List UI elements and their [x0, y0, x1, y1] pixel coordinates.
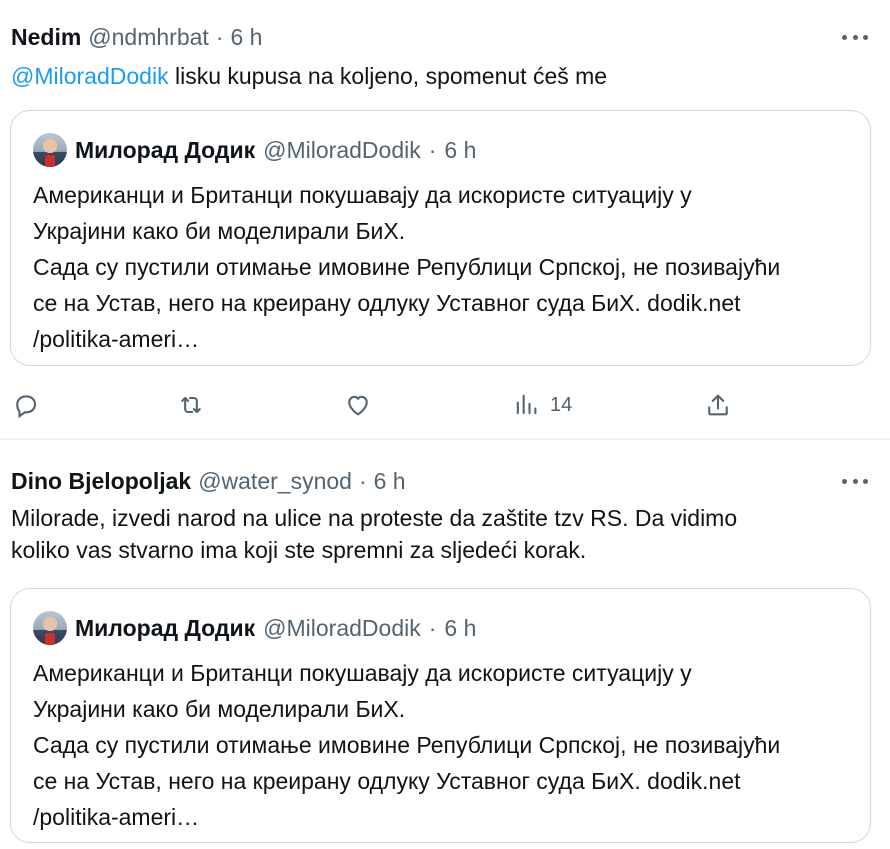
quoted-text-line: Американци и Британци покушавају да иско…: [33, 660, 692, 686]
views-icon: [516, 394, 537, 415]
views-button[interactable]: 14: [512, 385, 572, 425]
repost-button[interactable]: [177, 385, 205, 425]
more-icon[interactable]: [842, 30, 868, 44]
quoted-author-handle: @MiloradDodik: [263, 136, 421, 163]
quoted-text-line: Сада су пустили отимање имовине Републиц…: [33, 732, 781, 758]
author-handle[interactable]: @water_synod: [198, 468, 352, 495]
tweet-time[interactable]: 6 h: [230, 24, 262, 51]
like-button[interactable]: [344, 385, 372, 425]
tweet-text: Milorade, izvedi narod na ulice na prote…: [11, 502, 871, 566]
tweet-text: @MiloradDodik lisku kupusa na koljeno, s…: [11, 60, 871, 92]
author-name[interactable]: Nedim: [11, 24, 81, 51]
separator-dot: ·: [428, 136, 437, 163]
quoted-author-name: Милорад Додик: [75, 136, 256, 163]
quoted-tweet[interactable]: Милорад Додик @MiloradDodik · 6 h Америк…: [10, 588, 871, 843]
separator-dot: ·: [358, 467, 367, 494]
quoted-tweet[interactable]: Милорад Додик @MiloradDodik · 6 h Америк…: [10, 110, 871, 366]
quoted-tweet-text: Американци и Британци покушавају да иско…: [33, 177, 853, 357]
quoted-text-line: се на Устав, него на креирану одлуку Уст…: [33, 768, 741, 794]
tweet-text-line: Milorade, izvedi narod na ulice na prote…: [11, 505, 738, 531]
tweet-text-line: koliko vas stvarno ima koji ste spremni …: [11, 537, 587, 563]
quoted-tweet-header: Милорад Додик @MiloradDodik · 6 h: [33, 133, 476, 167]
reply-tweet[interactable]: Nedim @ndmhrbat · 6 h @MiloradDodik lisk…: [0, 0, 890, 438]
quoted-text-line: Украјини како би моделирали БиХ.: [33, 696, 406, 722]
author-name[interactable]: Dino Bjelopoljak: [11, 468, 191, 495]
mention-link[interactable]: @MiloradDodik: [11, 63, 169, 89]
tweet-actions: 14: [0, 385, 890, 425]
tweet-text-body: lisku kupusa na koljeno, spomenut ćeš me: [168, 63, 608, 89]
quoted-text-line: Сада су пустили отимање имовине Републиц…: [33, 254, 781, 280]
reply-tweet[interactable]: Dino Bjelopoljak @water_synod · 6 h Milo…: [0, 440, 890, 849]
views-count: 14: [550, 393, 573, 416]
quoted-tweet-text: Американци и Британци покушавају да иско…: [33, 655, 853, 835]
reply-button[interactable]: [12, 385, 40, 425]
quoted-tweet-time: 6 h: [444, 614, 477, 641]
reply-icon: [16, 395, 37, 419]
share-button[interactable]: [704, 385, 732, 425]
quoted-text-line: се на Устав, него на креирану одлуку Уст…: [33, 290, 741, 316]
repost-icon: [181, 396, 201, 414]
more-icon[interactable]: [842, 474, 868, 488]
quoted-text-line: /politika-ameri…: [33, 804, 200, 830]
tweet-header: Nedim @ndmhrbat · 6 h: [11, 22, 262, 52]
like-icon: [348, 395, 368, 416]
author-handle[interactable]: @ndmhrbat: [88, 24, 209, 51]
share-icon: [708, 394, 728, 416]
quoted-tweet-time: 6 h: [444, 136, 477, 163]
separator-dot: ·: [428, 614, 437, 641]
quoted-text-line: Украјини како би моделирали БиХ.: [33, 218, 406, 244]
quoted-author-handle: @MiloradDodik: [263, 614, 421, 641]
quoted-text-line: Американци и Британци покушавају да иско…: [33, 182, 692, 208]
quoted-tweet-header: Милорад Додик @MiloradDodik · 6 h: [33, 611, 476, 645]
avatar: [33, 133, 67, 167]
avatar: [33, 611, 67, 645]
quoted-author-name: Милорад Додик: [75, 614, 256, 641]
tweet-time[interactable]: 6 h: [374, 468, 406, 495]
quoted-text-line: /politika-ameri…: [33, 326, 200, 352]
separator-dot: ·: [215, 23, 224, 50]
tweet-header: Dino Bjelopoljak @water_synod · 6 h: [11, 466, 406, 496]
